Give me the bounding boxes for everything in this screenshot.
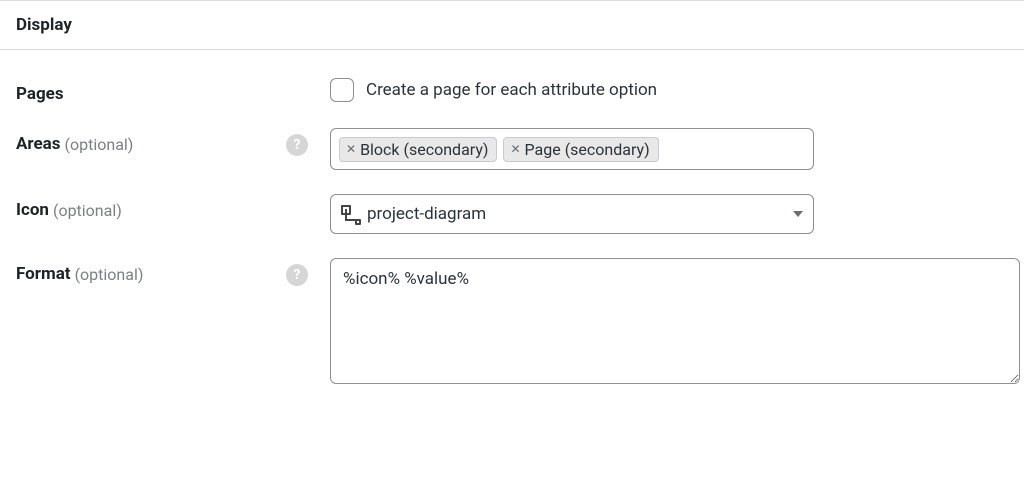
label-col: Icon (optional)	[16, 194, 286, 220]
field-row-format: Format (optional) ?	[0, 244, 1024, 398]
close-icon[interactable]: ✕	[508, 143, 522, 155]
close-icon[interactable]: ✕	[344, 143, 358, 155]
field-row-icon: Icon (optional) project-diagram	[0, 180, 1024, 244]
tag-label: Page (secondary)	[525, 140, 650, 159]
field-row-pages: Pages Create a page for each attribute o…	[0, 50, 1024, 114]
icon-label: Icon	[16, 200, 49, 220]
project-diagram-icon	[341, 205, 359, 223]
pages-checkbox[interactable]	[330, 78, 354, 102]
icon-select-left: project-diagram	[341, 204, 486, 224]
areas-tag-input[interactable]: ✕ Block (secondary) ✕ Page (secondary)	[330, 128, 814, 170]
label-col: Format (optional)	[16, 258, 286, 284]
label-col: Pages	[16, 78, 286, 104]
pages-checkbox-wrap: Create a page for each attribute option	[330, 78, 1008, 102]
help-icon[interactable]: ?	[286, 134, 308, 156]
help-col: ?	[286, 128, 330, 156]
field-row-areas: Areas (optional) ? ✕ Block (secondary) ✕…	[0, 114, 1024, 180]
icon-select-value: project-diagram	[367, 204, 486, 224]
label-col: Areas (optional)	[16, 128, 286, 154]
icon-select[interactable]: project-diagram	[330, 194, 814, 234]
pages-checkbox-label: Create a page for each attribute option	[366, 80, 657, 100]
areas-input-col: ✕ Block (secondary) ✕ Page (secondary)	[330, 128, 1008, 170]
icon-input-col: project-diagram	[330, 194, 1008, 234]
format-input-col	[330, 258, 1008, 388]
help-icon[interactable]: ?	[286, 264, 308, 286]
format-label: Format	[16, 264, 71, 284]
tag-label: Block (secondary)	[360, 140, 488, 159]
pages-label: Pages	[16, 84, 64, 104]
format-textarea[interactable]	[330, 258, 1020, 384]
help-col	[286, 194, 330, 200]
help-col: ?	[286, 258, 330, 286]
chevron-down-icon	[793, 211, 803, 217]
areas-tag[interactable]: ✕ Block (secondary)	[339, 137, 497, 162]
areas-hint: (optional)	[65, 135, 134, 154]
section-title: Display	[0, 0, 1024, 50]
help-col	[286, 78, 330, 84]
format-hint: (optional)	[75, 265, 144, 284]
display-section: Display Pages Create a page for each att…	[0, 0, 1024, 398]
pages-input-col: Create a page for each attribute option	[330, 78, 1008, 102]
icon-hint: (optional)	[53, 201, 122, 220]
areas-tag[interactable]: ✕ Page (secondary)	[503, 137, 658, 162]
areas-label: Areas	[16, 134, 61, 154]
